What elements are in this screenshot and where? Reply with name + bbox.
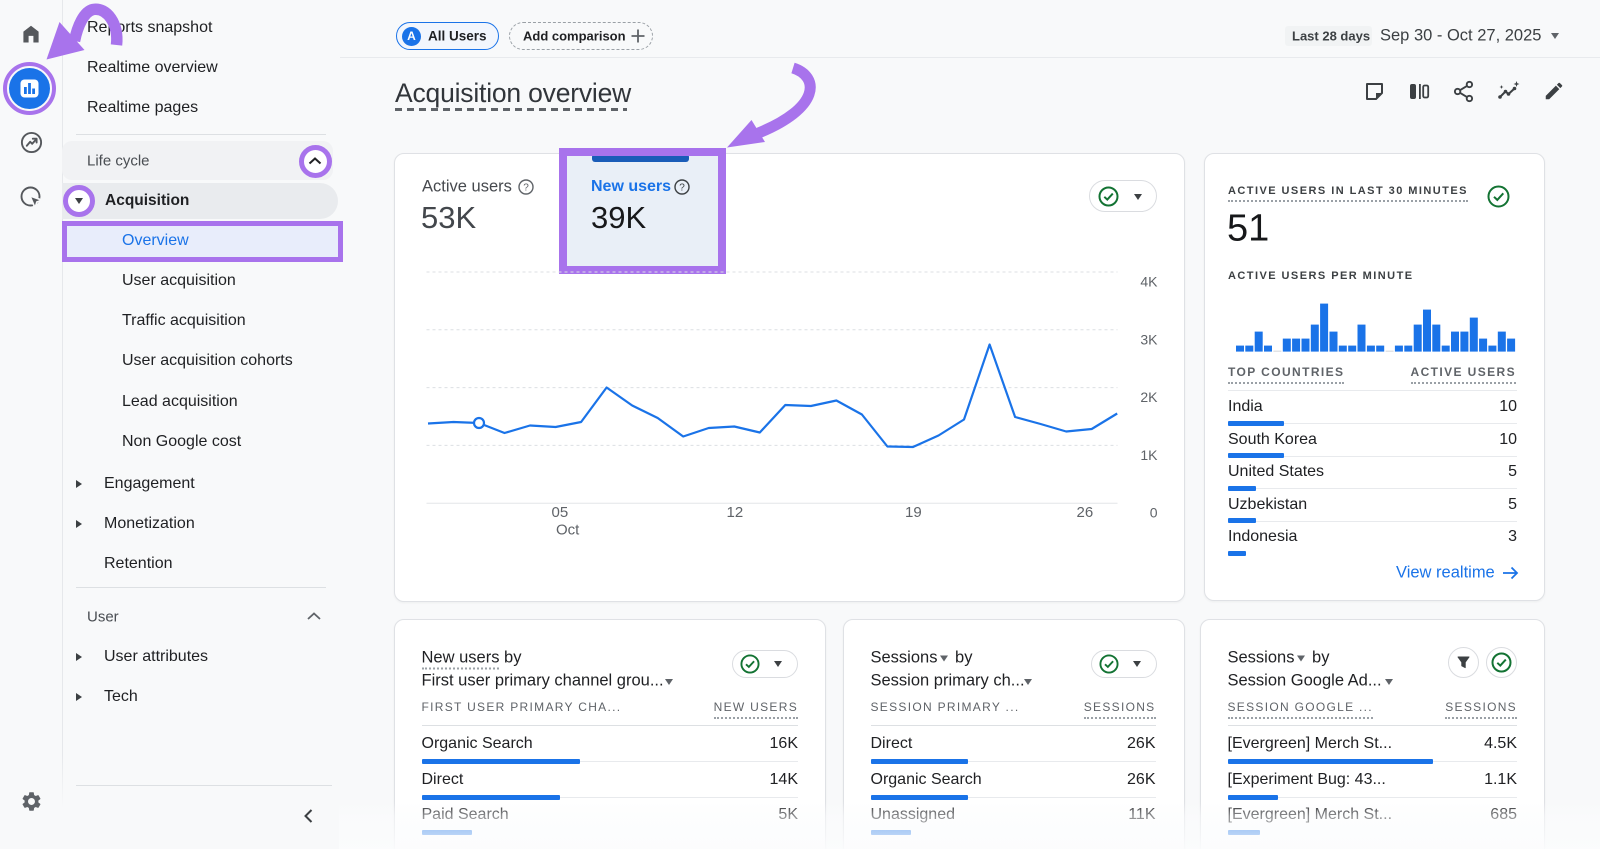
svg-text:2K: 2K bbox=[1140, 389, 1158, 405]
svg-text:Oct: Oct bbox=[556, 521, 580, 538]
svg-text:12: 12 bbox=[726, 504, 743, 521]
svg-text:05: 05 bbox=[551, 504, 568, 521]
svg-text:4K: 4K bbox=[1140, 273, 1158, 289]
svg-text:0: 0 bbox=[1149, 504, 1157, 520]
svg-text:26: 26 bbox=[1076, 504, 1093, 521]
svg-text:19: 19 bbox=[905, 504, 922, 521]
svg-text:3K: 3K bbox=[1140, 331, 1158, 347]
svg-text:1K: 1K bbox=[1140, 446, 1158, 462]
